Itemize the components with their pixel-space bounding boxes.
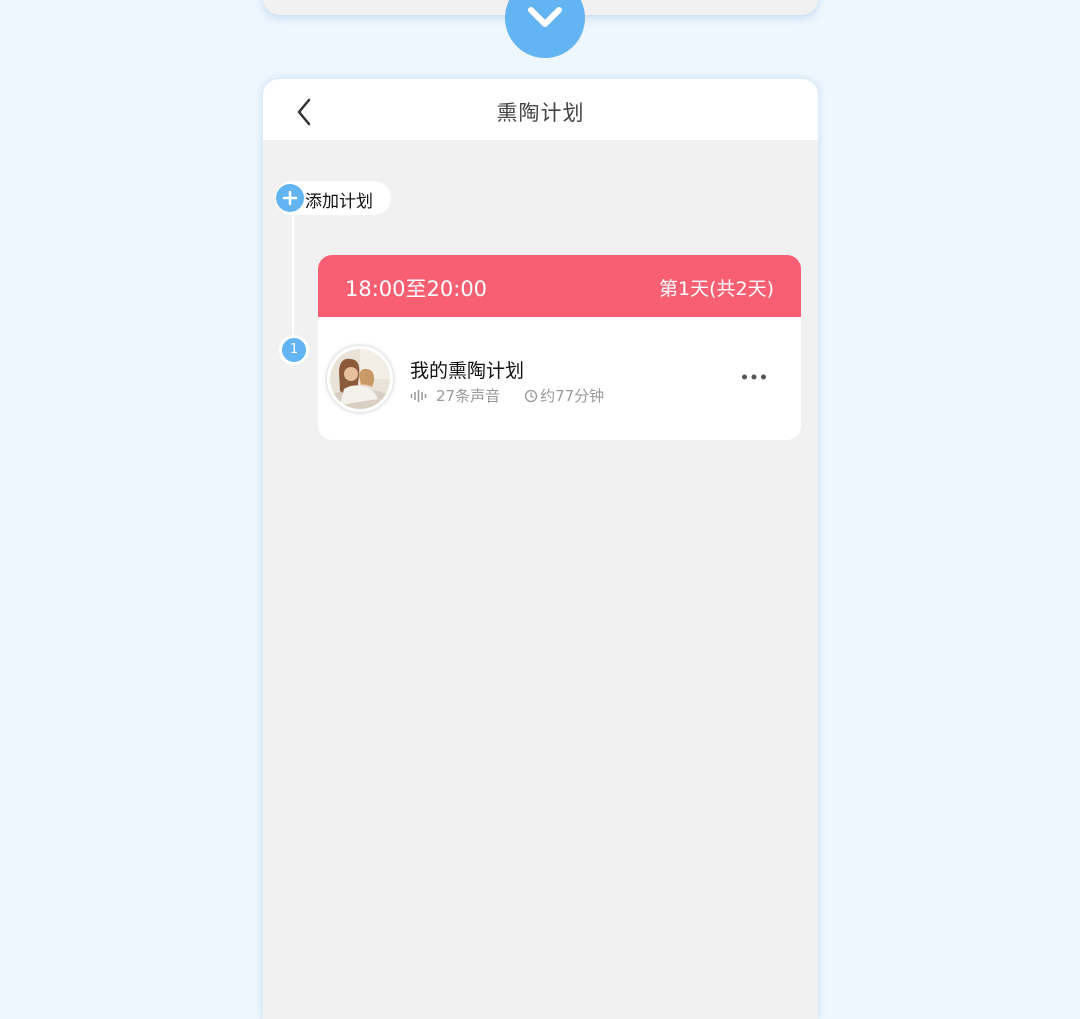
expand-button[interactable]: [505, 0, 585, 58]
avatar: [327, 346, 393, 412]
plan-item-title: 我的熏陶计划: [410, 360, 525, 382]
time-range: 18:00至20:00: [345, 277, 488, 301]
sound-count: 27条声音: [436, 387, 501, 405]
more-dots-icon: [742, 374, 766, 380]
sound-wave-icon: [410, 389, 427, 402]
step-number-badge: 1: [279, 335, 309, 365]
page-title: 熏陶计划: [496, 101, 585, 125]
phone-screen: 熏陶计划 添加计划 1 18:00至20:00 第1天(共2天) 我的熏陶计划 …: [263, 79, 818, 1019]
plan-item-meta: 27条声音 约77分钟: [410, 385, 604, 406]
chevron-down-icon: [528, 7, 562, 27]
clock-icon: [524, 389, 538, 402]
day-progress: 第1天(共2天): [658, 278, 774, 300]
add-plan-button[interactable]: 添加计划: [275, 181, 391, 215]
nav-bar: 熏陶计划: [263, 79, 818, 140]
plus-icon: [276, 184, 304, 212]
add-plan-label: 添加计划: [305, 192, 373, 212]
plan-card-header: 18:00至20:00 第1天(共2天): [318, 255, 801, 317]
more-options-button[interactable]: [741, 369, 767, 385]
timeline-line: [292, 197, 294, 349]
duration: 约77分钟: [540, 387, 605, 405]
plan-card[interactable]: 18:00至20:00 第1天(共2天) 我的熏陶计划 27条声音 约77分钟: [318, 255, 801, 440]
